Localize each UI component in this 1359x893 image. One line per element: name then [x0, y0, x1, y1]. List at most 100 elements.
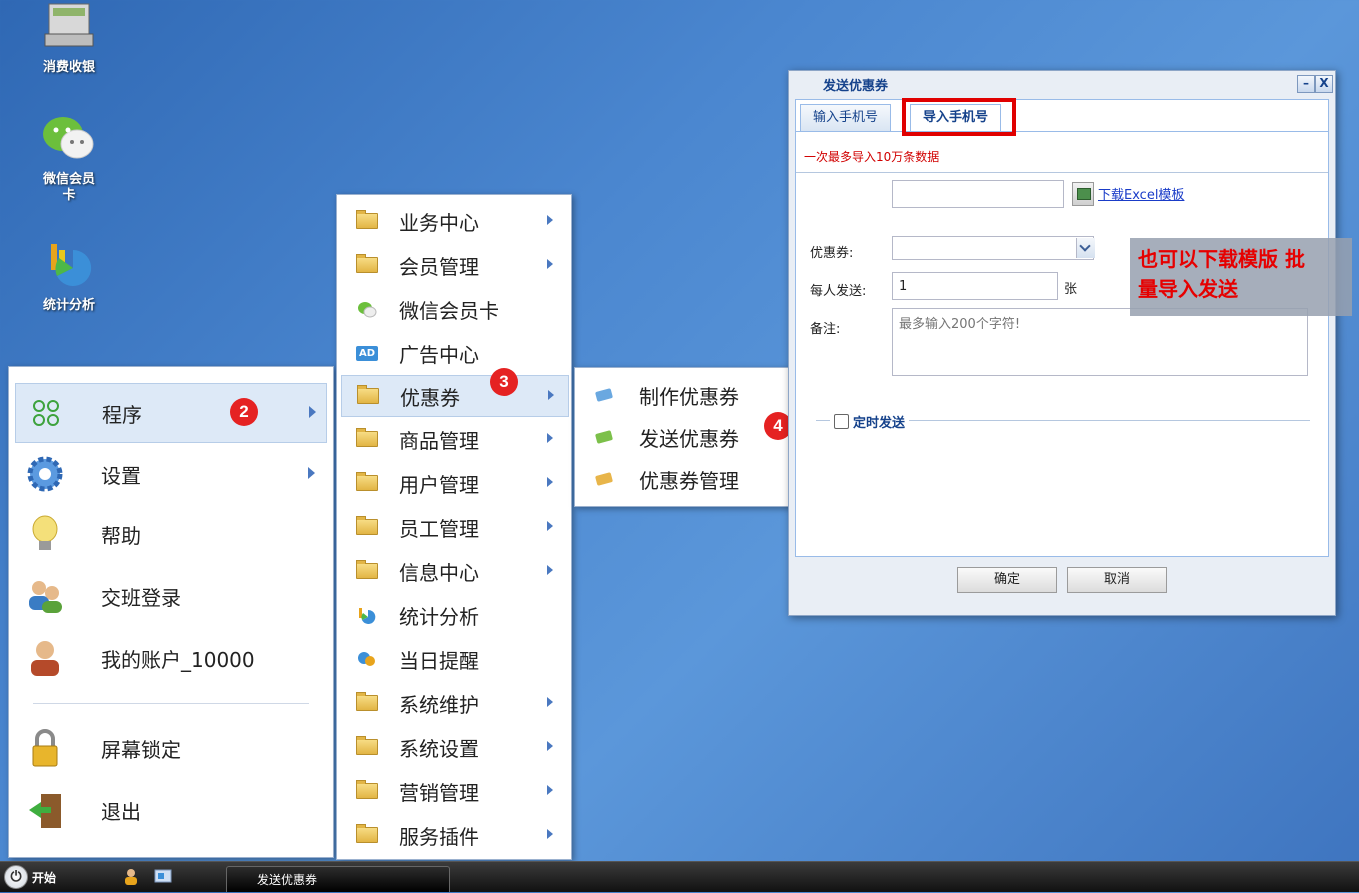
- schedule-send-label: 定时发送: [853, 416, 906, 431]
- quick-launch-person-icon[interactable]: [122, 868, 140, 886]
- programs-submenu: 业务中心 会员管理 微信会员卡 AD 广告中心 优惠券 商品管理 用户管理 员工管…: [336, 194, 572, 860]
- chevron-down-icon[interactable]: [1076, 238, 1095, 258]
- program-item-label: 微信会员卡: [399, 298, 499, 323]
- start-button[interactable]: ⏻ 开始: [4, 864, 88, 890]
- program-item-ad-center[interactable]: AD 广告中心: [341, 333, 567, 373]
- per-person-unit: 张: [1064, 282, 1078, 297]
- program-item-statistics[interactable]: 统计分析: [341, 595, 567, 635]
- pie-chart-icon: [355, 605, 379, 625]
- wechat-icon: [43, 117, 94, 159]
- chevron-right-icon: [309, 406, 316, 418]
- start-menu-item-my-account[interactable]: 我的账户_10000: [15, 629, 325, 687]
- schedule-send-option[interactable]: 定时发送: [830, 412, 910, 431]
- remark-label: 备注:: [810, 322, 841, 337]
- program-item-user-management[interactable]: 用户管理: [341, 463, 567, 503]
- chevron-right-icon: [547, 697, 553, 707]
- desktop-icon-statistics[interactable]: 统计分析: [24, 238, 114, 314]
- quick-launch-desktop-icon[interactable]: [154, 868, 172, 886]
- schedule-send-checkbox[interactable]: [834, 414, 849, 429]
- folder-icon: [355, 254, 379, 275]
- program-item-system-settings[interactable]: 系统设置: [341, 727, 567, 767]
- desktop-icon-wechat-card[interactable]: 微信会员 卡: [24, 112, 114, 204]
- program-item-label: 系统设置: [399, 736, 479, 761]
- program-item-business-center[interactable]: 业务中心: [341, 201, 567, 241]
- import-limit-note: 一次最多导入10万条数据: [804, 150, 940, 164]
- program-item-marketing[interactable]: 营销管理: [341, 771, 567, 811]
- chevron-right-icon: [308, 467, 315, 479]
- program-item-service-plugins[interactable]: 服务插件: [341, 815, 567, 855]
- coupon-send-icon: [595, 430, 613, 444]
- user-account-icon: [23, 636, 67, 680]
- per-person-quantity-input[interactable]: [892, 272, 1058, 300]
- program-item-info-center[interactable]: 信息中心: [341, 551, 567, 591]
- start-menu-item-label: 屏幕锁定: [101, 737, 181, 762]
- chevron-right-icon: [547, 829, 553, 839]
- pie-chart-icon: [51, 244, 92, 286]
- program-item-daily-reminder[interactable]: 当日提醒: [341, 639, 567, 679]
- ad-icon: AD: [355, 343, 379, 363]
- menu-separator: [33, 703, 309, 704]
- tab-input-phone[interactable]: 输入手机号: [800, 104, 892, 131]
- power-icon: ⏻: [4, 865, 28, 889]
- dialog-body: 输入手机号 导入手机号 一次最多导入10万条数据 下载Excel模板 优惠券: …: [795, 98, 1329, 557]
- start-menu-item-label: 我的账户_10000: [101, 647, 255, 672]
- program-item-product-management[interactable]: 商品管理: [341, 419, 567, 459]
- program-item-system-maintenance[interactable]: 系统维护: [341, 683, 567, 723]
- coupon-item-label: 发送优惠券: [639, 426, 739, 451]
- close-button[interactable]: X: [1315, 75, 1333, 93]
- grid-dots-icon: [24, 391, 68, 435]
- program-item-wechat-card[interactable]: 微信会员卡: [341, 289, 567, 329]
- callout-line-1: 也可以下载模版 批: [1138, 247, 1305, 271]
- cancel-button[interactable]: 取消: [1067, 567, 1167, 593]
- folder-icon: [355, 560, 379, 581]
- step-badge-2: 2: [230, 398, 258, 426]
- program-item-coupons[interactable]: 优惠券: [341, 375, 569, 417]
- start-menu-item-help[interactable]: 帮助: [15, 505, 325, 563]
- desktop-icon-label-line2: 卡: [62, 188, 76, 203]
- minimize-button[interactable]: –: [1297, 75, 1315, 93]
- ok-button[interactable]: 确定: [957, 567, 1057, 593]
- coupon-item-label: 制作优惠券: [639, 384, 739, 409]
- start-menu-item-settings[interactable]: 设置: [15, 445, 325, 503]
- folder-icon: [355, 210, 379, 231]
- folder-icon: [355, 428, 379, 449]
- dialog-title: 发送优惠券: [823, 79, 889, 94]
- coupon-create-icon: [595, 388, 613, 402]
- start-menu-item-exit[interactable]: 退出: [15, 781, 325, 839]
- program-item-label: 用户管理: [399, 472, 479, 497]
- program-item-label: 商品管理: [399, 428, 479, 453]
- desktop-icon-label: 统计分析: [42, 298, 95, 313]
- wechat-icon: [355, 299, 379, 319]
- annotation-callout: 也可以下载模版 批 量导入发送: [1130, 238, 1352, 316]
- folder-icon: [355, 736, 379, 757]
- chevron-right-icon: [547, 741, 553, 751]
- upload-file-button[interactable]: [1072, 182, 1094, 206]
- step-badge-3: 3: [490, 368, 518, 396]
- taskbar-item-send-coupon[interactable]: 发送优惠券: [226, 866, 450, 892]
- start-menu-item-programs[interactable]: 程序: [15, 383, 327, 443]
- start-menu-item-lock-screen[interactable]: 屏幕锁定: [15, 719, 325, 777]
- program-item-label: 员工管理: [399, 516, 479, 541]
- folder-icon: [355, 780, 379, 801]
- coupon-item-create[interactable]: 制作优惠券: [579, 374, 803, 416]
- chevron-right-icon: [548, 390, 554, 400]
- per-person-label: 每人发送:: [810, 284, 867, 299]
- program-item-label: 业务中心: [399, 210, 479, 235]
- remark-textarea[interactable]: [892, 308, 1308, 376]
- program-item-label: 统计分析: [399, 604, 479, 629]
- file-input[interactable]: [892, 180, 1064, 208]
- folder-icon: [355, 692, 379, 713]
- download-excel-template-link[interactable]: 下载Excel模板: [1098, 184, 1184, 203]
- start-menu-item-shift-login[interactable]: 交班登录: [15, 567, 325, 625]
- coupon-item-manage[interactable]: 优惠券管理: [579, 458, 803, 500]
- program-item-label: 服务插件: [399, 824, 479, 849]
- program-item-label: 信息中心: [399, 560, 479, 585]
- program-item-member-management[interactable]: 会员管理: [341, 245, 567, 285]
- program-item-staff-management[interactable]: 员工管理: [341, 507, 567, 547]
- program-item-label: 营销管理: [399, 780, 479, 805]
- tab-highlight-box: [902, 98, 1016, 136]
- program-item-label: 当日提醒: [399, 648, 479, 673]
- desktop-icon-checkout[interactable]: 消费收银: [24, 0, 114, 76]
- coupon-select[interactable]: [892, 236, 1094, 260]
- chevron-right-icon: [547, 259, 553, 269]
